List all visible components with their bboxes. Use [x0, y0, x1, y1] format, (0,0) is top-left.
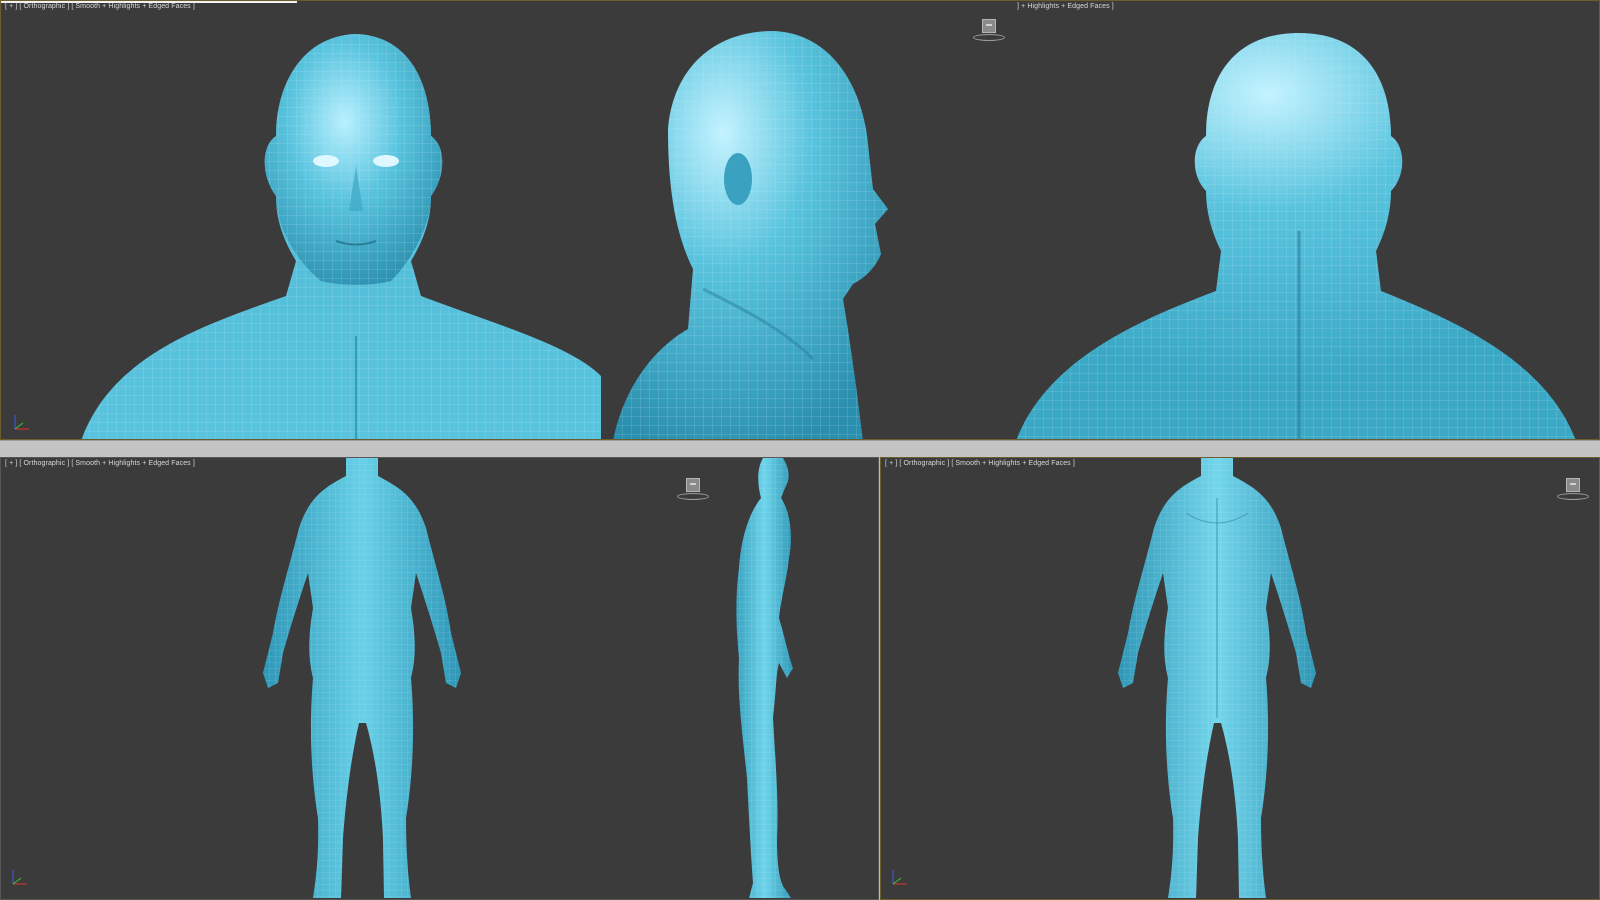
viewport-top[interactable]: [ + ] [ Orthographic ] [ Smooth + Highli…	[0, 0, 1600, 440]
viewport-view-menu[interactable]: [ Orthographic ]	[19, 460, 69, 467]
viewport-shading-menu[interactable]: [ Smooth + Highlights + Edged Faces ]	[951, 460, 1075, 467]
viewport-shading-menu[interactable]: [ Smooth + Highlights + Edged Faces ]	[71, 3, 195, 10]
viewcube-icon[interactable]	[1557, 478, 1591, 502]
body-front-model[interactable]	[1106, 458, 1328, 900]
bust-back-model[interactable]	[1016, 31, 1576, 440]
bust-side-model[interactable]	[613, 29, 913, 440]
axis-tripod-icon	[892, 870, 907, 885]
viewport-label-left: [ + ] [ Orthographic ] [ Smooth + Highli…	[5, 3, 195, 10]
viewport-view-menu[interactable]: [ Orthographic ]	[19, 3, 69, 10]
viewcube-icon[interactable]	[677, 478, 711, 502]
viewport-bottom-left[interactable]: [ + ] [ Orthographic ] [ Smooth + Highli…	[0, 457, 879, 900]
viewport-bottom-right[interactable]: [ + ] [ Orthographic ] [ Smooth + Highli…	[880, 457, 1600, 900]
body-side-model[interactable]	[721, 458, 811, 900]
viewport-label-right[interactable]: ] + Highlights + Edged Faces ]	[1017, 3, 1114, 10]
viewport-menu-plus[interactable]: [ + ]	[885, 460, 897, 467]
viewport-menu-plus[interactable]: [ + ]	[5, 3, 17, 10]
viewport-divider[interactable]	[0, 440, 1600, 458]
axis-tripod-icon	[14, 415, 29, 430]
viewport-menu-plus[interactable]: [ + ]	[5, 460, 17, 467]
viewport-view-menu[interactable]: [ Orthographic ]	[899, 460, 949, 467]
viewcube-icon[interactable]	[973, 19, 1007, 43]
viewport-shading-menu[interactable]: [ Smooth + Highlights + Edged Faces ]	[71, 460, 195, 467]
viewport-label: [ + ] [ Orthographic ] [ Smooth + Highli…	[5, 460, 195, 467]
body-back-model[interactable]	[251, 458, 473, 900]
bust-front-model[interactable]	[71, 26, 601, 440]
axis-tripod-icon	[12, 870, 27, 885]
viewport-label: [ + ] [ Orthographic ] [ Smooth + Highli…	[885, 460, 1075, 467]
